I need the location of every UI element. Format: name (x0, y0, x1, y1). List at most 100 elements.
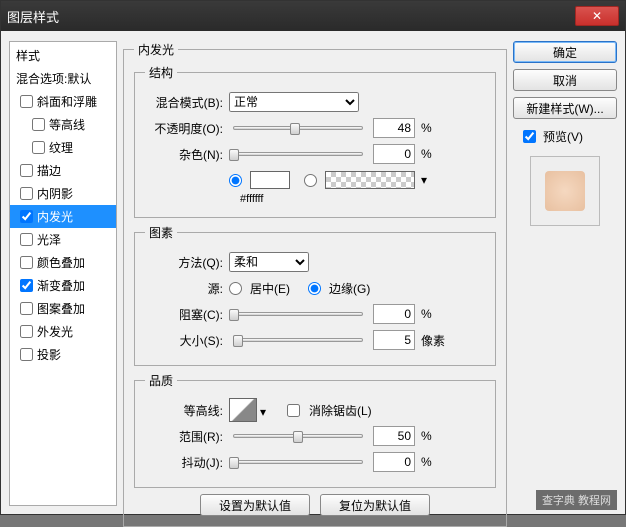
checkbox[interactable] (20, 348, 33, 361)
sidebar-item-label: 渐变叠加 (37, 277, 85, 294)
opacity-value[interactable]: 48 (373, 118, 415, 138)
jitter-value[interactable]: 0 (373, 452, 415, 472)
source-edge-radio[interactable] (308, 282, 321, 295)
size-slider[interactable] (233, 338, 363, 342)
checkbox[interactable] (20, 256, 33, 269)
chevron-down-icon[interactable]: ▾ (258, 405, 268, 419)
gradient-radio[interactable] (304, 174, 317, 187)
close-button[interactable]: ✕ (575, 6, 619, 26)
checkbox[interactable] (20, 210, 33, 223)
noise-slider[interactable] (233, 152, 363, 156)
sidebar-item-label: 纹理 (49, 139, 73, 156)
color-radio[interactable] (229, 174, 242, 187)
sidebar-item-contour[interactable]: 等高线 (10, 113, 116, 136)
close-icon: ✕ (592, 9, 602, 23)
checkbox[interactable] (20, 302, 33, 315)
unit: % (421, 429, 451, 443)
color-swatch[interactable] (250, 171, 290, 189)
group-structure: 结构 混合模式(B): 正常 不透明度(O): 48 % 杂色(N): (134, 64, 496, 218)
sidebar-item-satin[interactable]: 光泽 (10, 228, 116, 251)
checkbox[interactable] (32, 141, 45, 154)
source-center-radio[interactable] (229, 282, 242, 295)
preview-checkbox[interactable] (523, 130, 536, 143)
sidebar-item-drop-shadow[interactable]: 投影 (10, 343, 116, 366)
ok-button[interactable]: 确定 (513, 41, 617, 63)
opacity-slider[interactable] (233, 126, 363, 130)
blend-mode-select[interactable]: 正常 (229, 92, 359, 112)
sidebar-head-blend[interactable]: 混合选项:默认 (10, 67, 116, 90)
sidebar-item-inner-glow[interactable]: 内发光 (10, 205, 116, 228)
checkbox[interactable] (20, 164, 33, 177)
opacity-label: 不透明度(O): (145, 120, 223, 137)
noise-value[interactable]: 0 (373, 144, 415, 164)
sidebar-item-label: 斜面和浮雕 (37, 93, 97, 110)
panel-outer: 内发光 结构 混合模式(B): 正常 不透明度(O): 48 % 杂色(N): (123, 41, 507, 527)
contour-picker[interactable]: ▾ (229, 398, 257, 422)
jitter-label: 抖动(J): (145, 454, 223, 471)
preview-swatch (545, 171, 585, 211)
checkbox[interactable] (20, 187, 33, 200)
range-slider[interactable] (233, 434, 363, 438)
sidebar-item-label: 光泽 (37, 231, 61, 248)
preview-label: 预览(V) (543, 128, 583, 145)
group-legend: 品质 (145, 372, 177, 389)
sidebar-item-pattern-overlay[interactable]: 图案叠加 (10, 297, 116, 320)
checkbox[interactable] (20, 279, 33, 292)
radio-label: 居中(E) (250, 280, 290, 297)
unit: % (421, 455, 451, 469)
unit: % (421, 307, 451, 321)
titlebar: 图层样式 ✕ (1, 1, 625, 31)
antialias-checkbox[interactable] (287, 404, 300, 417)
unit: 像素 (421, 332, 451, 349)
group-quality: 品质 等高线: ▾ 消除锯齿(L) 范围(R): 50 % (134, 372, 496, 488)
sidebar-head-styles[interactable]: 样式 (10, 44, 116, 67)
technique-label: 方法(Q): (145, 254, 223, 271)
styles-sidebar: 样式 混合选项:默认 斜面和浮雕 等高线 纹理 描边 内阴影 内发光 光泽 颜色… (9, 41, 117, 506)
effect-panel: 内发光 结构 混合模式(B): 正常 不透明度(O): 48 % 杂色(N): (123, 41, 507, 506)
checkbox[interactable] (20, 233, 33, 246)
sidebar-item-label: 外发光 (37, 323, 73, 340)
action-column: 确定 取消 新建样式(W)... 预览(V) (513, 41, 617, 506)
blend-mode-label: 混合模式(B): (145, 94, 223, 111)
sidebar-item-label: 投影 (37, 346, 61, 363)
sidebar-item-bevel[interactable]: 斜面和浮雕 (10, 90, 116, 113)
size-label: 大小(S): (145, 332, 223, 349)
preview-box (530, 156, 600, 226)
technique-select[interactable]: 柔和 (229, 252, 309, 272)
chevron-down-icon[interactable]: ▾ (421, 173, 427, 187)
noise-label: 杂色(N): (145, 146, 223, 163)
choke-slider[interactable] (233, 312, 363, 316)
sidebar-item-gradient-overlay[interactable]: 渐变叠加 (10, 274, 116, 297)
range-value[interactable]: 50 (373, 426, 415, 446)
sidebar-item-color-overlay[interactable]: 颜色叠加 (10, 251, 116, 274)
checkbox[interactable] (32, 118, 45, 131)
sidebar-item-inner-shadow[interactable]: 内阴影 (10, 182, 116, 205)
hex-annotation: #ffffff (240, 193, 485, 205)
sidebar-item-outer-glow[interactable]: 外发光 (10, 320, 116, 343)
radio-label: 边缘(G) (329, 280, 370, 297)
sidebar-item-label: 颜色叠加 (37, 254, 85, 271)
layer-style-dialog: 图层样式 ✕ 样式 混合选项:默认 斜面和浮雕 等高线 纹理 描边 内阴影 内发… (0, 0, 626, 515)
reset-default-button[interactable]: 复位为默认值 (320, 494, 430, 516)
jitter-slider[interactable] (233, 460, 363, 464)
window-title: 图层样式 (7, 7, 575, 26)
new-style-button[interactable]: 新建样式(W)... (513, 97, 617, 119)
unit: % (421, 147, 451, 161)
cancel-button[interactable]: 取消 (513, 69, 617, 91)
contour-label: 等高线: (145, 402, 223, 419)
unit: % (421, 121, 451, 135)
checkbox[interactable] (20, 325, 33, 338)
checkbox[interactable] (20, 95, 33, 108)
gradient-swatch[interactable] (325, 171, 415, 189)
sidebar-item-label: 描边 (37, 162, 61, 179)
sidebar-item-texture[interactable]: 纹理 (10, 136, 116, 159)
group-legend: 结构 (145, 64, 177, 81)
sidebar-item-label: 内发光 (37, 208, 73, 225)
size-value[interactable]: 5 (373, 330, 415, 350)
group-legend: 图素 (145, 224, 177, 241)
sidebar-item-stroke[interactable]: 描边 (10, 159, 116, 182)
watermark: 查字典 教程网 (536, 490, 617, 510)
panel-title: 内发光 (134, 41, 178, 58)
set-default-button[interactable]: 设置为默认值 (200, 494, 310, 516)
choke-value[interactable]: 0 (373, 304, 415, 324)
